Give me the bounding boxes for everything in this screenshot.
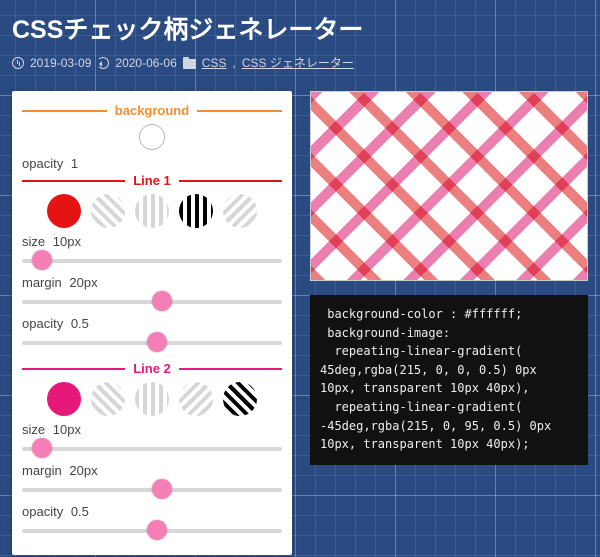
section-header-line1: Line 1 <box>22 173 282 188</box>
line2-margin-field: margin 20px <box>22 463 282 478</box>
rule-right <box>179 368 282 370</box>
category-link-css-generator[interactable]: CSS ジェネレーター <box>242 54 354 71</box>
section-title-line2: Line 2 <box>133 361 171 376</box>
slider-knob[interactable] <box>32 250 52 270</box>
category-separator: , <box>232 56 235 70</box>
refresh-icon <box>97 57 109 69</box>
section-title-background: background <box>115 103 189 118</box>
line2-opacity-slider[interactable] <box>22 521 282 539</box>
bg-opacity-value: 1 <box>71 156 78 171</box>
line2-opacity-value: 0.5 <box>71 504 89 519</box>
slider-knob[interactable] <box>152 291 172 311</box>
controls-panel: background opacity 1 Line 1 size 10px <box>12 91 292 555</box>
swatch-gray-vert[interactable] <box>135 194 169 228</box>
line1-opacity-label: opacity <box>22 316 63 331</box>
line1-margin-slider[interactable] <box>22 292 282 310</box>
line2-size-label: size <box>22 422 45 437</box>
swatch-solid-red[interactable] <box>47 194 81 228</box>
updated-date: 2020-06-06 <box>115 56 176 70</box>
line2-opacity-field: opacity 0.5 <box>22 504 282 519</box>
swatch-gray-diag2[interactable] <box>223 194 257 228</box>
line1-opacity-field: opacity 0.5 <box>22 316 282 331</box>
swatch-black-vert[interactable] <box>179 194 213 228</box>
line1-swatches <box>22 194 282 228</box>
section-title-line1: Line 1 <box>133 173 171 188</box>
css-output[interactable]: background-color : #ffffff; background-i… <box>310 295 588 465</box>
line1-margin-label: margin <box>22 275 62 290</box>
section-header-background: background <box>22 103 282 118</box>
background-color-picker[interactable] <box>139 124 165 150</box>
line1-margin-value: 20px <box>69 275 97 290</box>
folder-icon <box>183 59 196 69</box>
rule-left <box>22 180 125 182</box>
rule-left <box>22 368 125 370</box>
line1-opacity-value: 0.5 <box>71 316 89 331</box>
page-title: CSSチェック柄ジェネレーター <box>12 10 588 46</box>
swatch-solid-pink[interactable] <box>47 382 81 416</box>
line2-size-value: 10px <box>53 422 81 437</box>
rule-right <box>179 180 282 182</box>
slider-track <box>22 447 282 451</box>
slider-knob[interactable] <box>147 332 167 352</box>
meta-bar: 2019-03-09 2020-06-06 CSS , CSS ジェネレーター <box>12 54 588 71</box>
slider-knob[interactable] <box>32 438 52 458</box>
swatch-gray-vert[interactable] <box>135 382 169 416</box>
slider-knob[interactable] <box>152 479 172 499</box>
swatch-black-diag[interactable] <box>223 382 257 416</box>
slider-knob[interactable] <box>147 520 167 540</box>
line1-size-value: 10px <box>53 234 81 249</box>
line2-opacity-label: opacity <box>22 504 63 519</box>
swatch-gray-diag[interactable] <box>91 382 125 416</box>
line1-opacity-slider[interactable] <box>22 333 282 351</box>
rule-right <box>197 110 282 112</box>
line1-size-label: size <box>22 234 45 249</box>
line2-size-slider[interactable] <box>22 439 282 457</box>
line2-size-field: size 10px <box>22 422 282 437</box>
slider-track <box>22 259 282 263</box>
published-date: 2019-03-09 <box>30 56 91 70</box>
line2-margin-label: margin <box>22 463 62 478</box>
swatch-gray-diag[interactable] <box>91 194 125 228</box>
swatch-gray-diag2[interactable] <box>179 382 213 416</box>
bg-opacity-field: opacity 1 <box>22 156 282 171</box>
line2-margin-slider[interactable] <box>22 480 282 498</box>
line1-size-field: size 10px <box>22 234 282 249</box>
line2-swatches <box>22 382 282 416</box>
pattern-preview <box>310 91 588 281</box>
category-link-css[interactable]: CSS <box>202 56 227 70</box>
line2-margin-value: 20px <box>69 463 97 478</box>
bg-opacity-label: opacity <box>22 156 63 171</box>
clock-icon <box>12 57 24 69</box>
line1-margin-field: margin 20px <box>22 275 282 290</box>
section-header-line2: Line 2 <box>22 361 282 376</box>
line1-size-slider[interactable] <box>22 251 282 269</box>
rule-left <box>22 110 107 112</box>
